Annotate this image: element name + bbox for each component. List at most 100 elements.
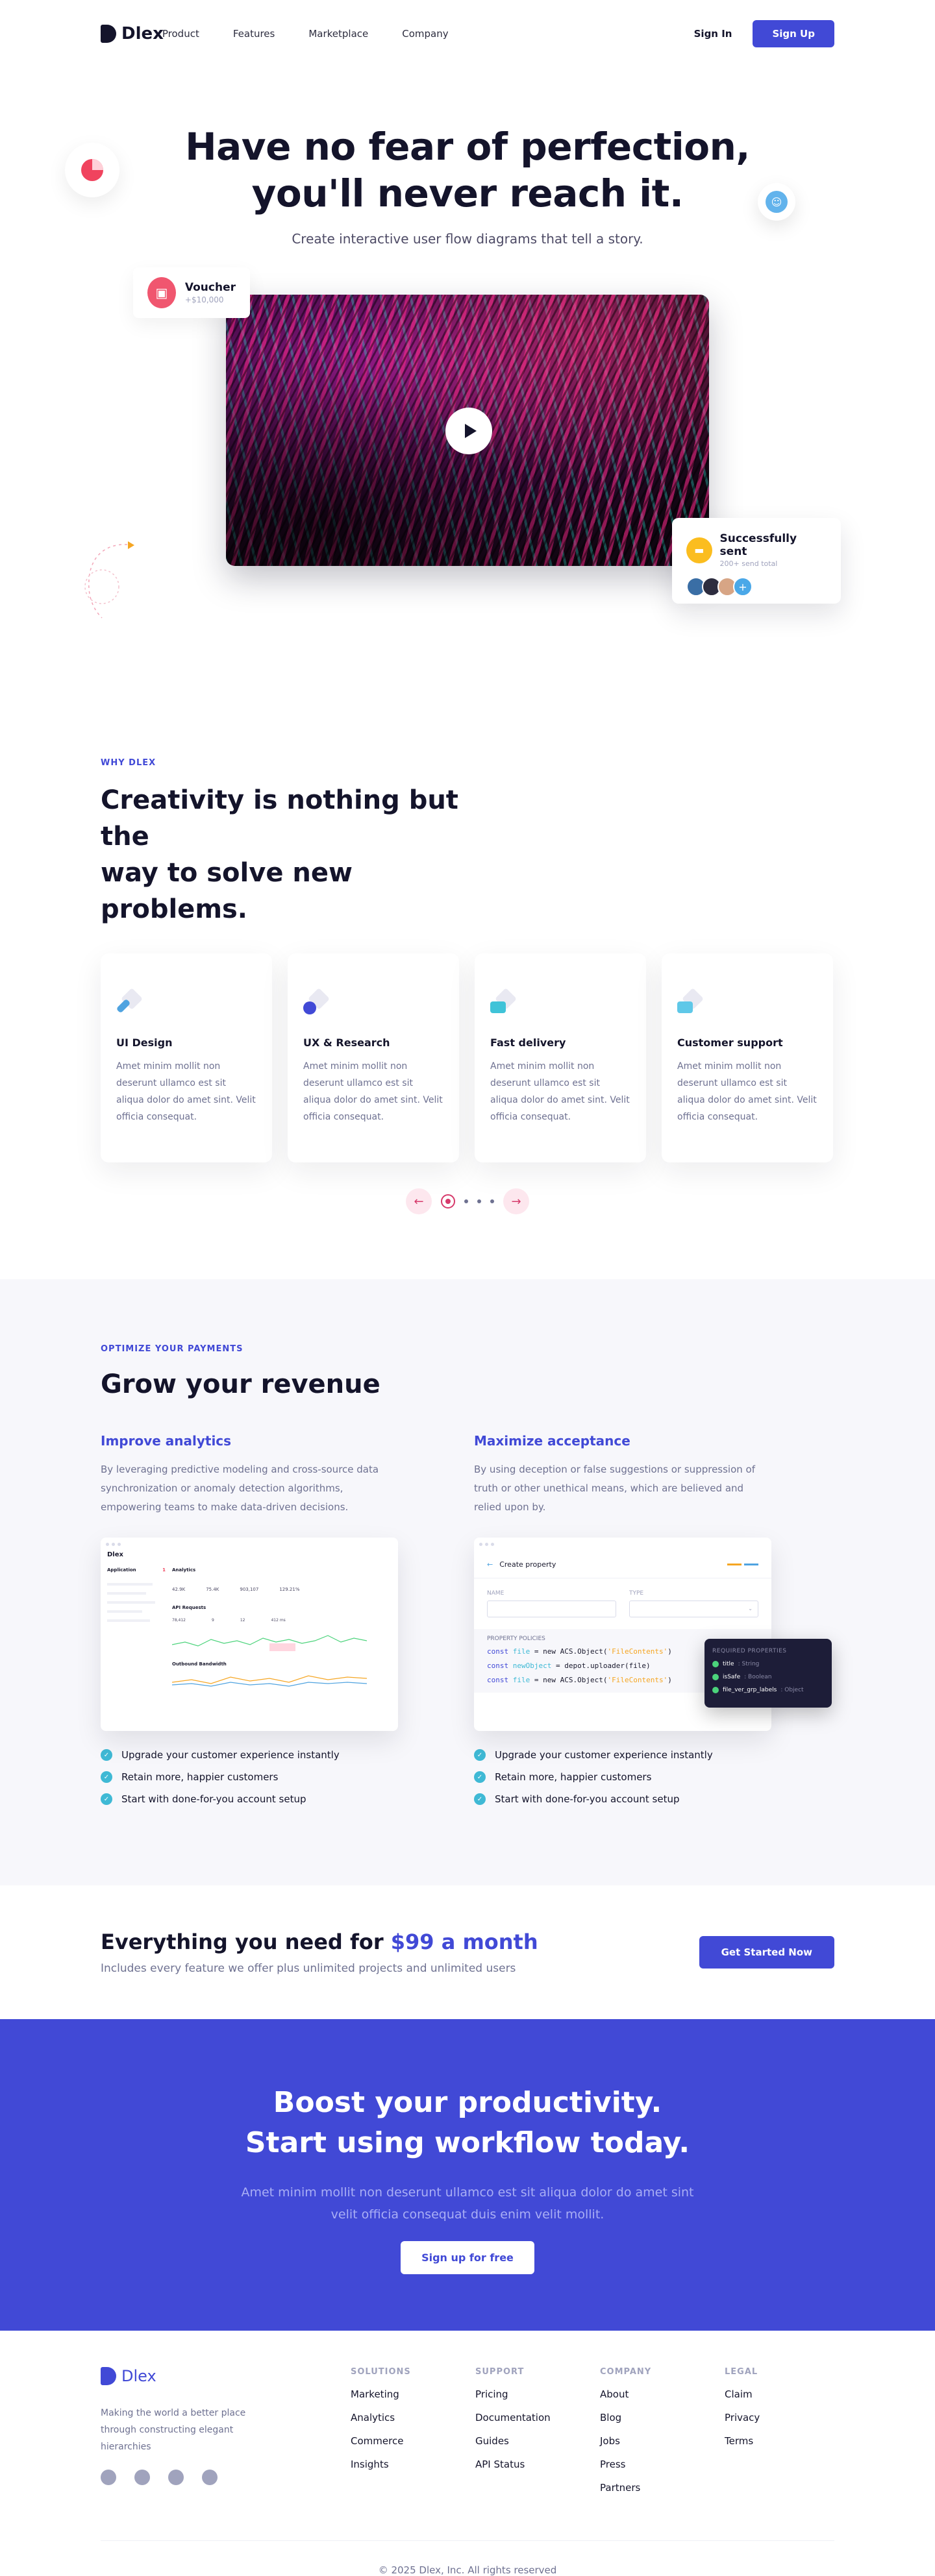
signin-link[interactable]: Sign In bbox=[694, 28, 732, 40]
analytics-dashboard-mock: Dlex Application 1 Analytics 42.9K 75.4K… bbox=[101, 1538, 398, 1731]
bandwidth-line-chart bbox=[171, 1675, 368, 1687]
footer-link[interactable]: Commerce bbox=[351, 2435, 475, 2447]
create-property-mock: ← Create property NAME TYPE ⌄ PROPERTY POL… bbox=[474, 1538, 832, 1731]
slider-dot-active[interactable] bbox=[441, 1194, 455, 1208]
prev-arrow-icon[interactable]: ← bbox=[406, 1188, 432, 1214]
mock-api-label: API Requests bbox=[172, 1605, 206, 1610]
footer-link[interactable]: Marketing bbox=[351, 2388, 475, 2400]
mock-stat: 75.4K bbox=[206, 1587, 219, 1592]
brand-name: Dlex bbox=[121, 24, 164, 43]
slider-dot[interactable] bbox=[464, 1199, 468, 1203]
check-icon: ✓ bbox=[101, 1771, 112, 1783]
footer-link[interactable]: Jobs bbox=[600, 2435, 725, 2447]
footer-link[interactable]: Guides bbox=[475, 2435, 600, 2447]
list-item: ✓ Upgrade your customer experience instan… bbox=[474, 1749, 769, 1761]
feature-card-text: Amet minim mollit non deserunt ullamco e… bbox=[303, 1061, 443, 1122]
acceptance-text: By using deception or false suggestions … bbox=[474, 1464, 756, 1513]
next-arrow-icon[interactable]: → bbox=[503, 1188, 529, 1214]
footer-link[interactable]: Pricing bbox=[475, 2388, 600, 2400]
gift-icon: ▣ bbox=[147, 277, 176, 308]
footer-link[interactable]: Partners bbox=[600, 2482, 725, 2494]
check-icon: ✓ bbox=[474, 1793, 486, 1805]
footer-column-legal: LEGAL Claim Privacy Terms bbox=[725, 2367, 829, 2494]
feature-card[interactable]: Fast delivery Amet minim mollit non dese… bbox=[475, 953, 646, 1162]
signup-button[interactable]: Sign Up bbox=[753, 20, 834, 47]
type-select[interactable]: ⌄ bbox=[629, 1601, 758, 1617]
footer-link[interactable]: Analytics bbox=[351, 2412, 475, 2423]
footer-logo[interactable]: Dlex bbox=[101, 2367, 351, 2385]
footer-link[interactable]: Documentation bbox=[475, 2412, 600, 2423]
avatar-group: + bbox=[686, 577, 827, 596]
mock-stat: 412 ms bbox=[271, 1618, 286, 1623]
nav-link-marketplace[interactable]: Marketplace bbox=[308, 28, 368, 40]
revenue-section: OPTIMIZE YOUR PAYMENTS Grow your revenue… bbox=[0, 1279, 935, 1885]
mock-stat: 9 bbox=[212, 1618, 214, 1623]
play-icon[interactable] bbox=[445, 408, 492, 454]
add-icon[interactable]: + bbox=[733, 577, 753, 596]
cta-text: Amet minim mollit non deserunt ullamco e… bbox=[241, 2185, 694, 2222]
list-item: ✓ Retain more, happier customers bbox=[101, 1771, 396, 1783]
footer-link[interactable]: Privacy bbox=[725, 2412, 829, 2423]
wallet-icon: ▬ bbox=[686, 537, 712, 563]
hero-video[interactable] bbox=[226, 295, 709, 566]
mock-stat: 129.21% bbox=[279, 1587, 300, 1592]
analytics-column: Improve analytics By leveraging predicti… bbox=[101, 1433, 398, 1815]
feature-card[interactable]: UI Design Amet minim mollit non deserunt… bbox=[101, 953, 272, 1162]
pricing-subtitle: Includes every feature we offer plus unl… bbox=[101, 1962, 516, 1975]
truck-icon bbox=[490, 988, 517, 1017]
name-input[interactable] bbox=[487, 1601, 616, 1617]
check-icon: ✓ bbox=[101, 1749, 112, 1761]
facebook-icon[interactable] bbox=[101, 2470, 116, 2485]
instagram-icon[interactable] bbox=[168, 2470, 184, 2485]
avatar-badge: ☺ bbox=[758, 183, 795, 221]
footer-link[interactable]: Insights bbox=[351, 2459, 475, 2470]
github-icon[interactable] bbox=[202, 2470, 218, 2485]
footer-brand-name: Dlex bbox=[121, 2367, 156, 2385]
slider-dot[interactable] bbox=[477, 1199, 481, 1203]
back-arrow-icon[interactable]: ← bbox=[487, 1560, 493, 1569]
logo-icon bbox=[101, 25, 116, 43]
pie-chart-icon bbox=[81, 159, 103, 181]
required-properties-popover: REQUIRED PROPERTIES title: String isSafe… bbox=[704, 1639, 832, 1708]
feature-card-title: UI Design bbox=[116, 1037, 173, 1049]
mock-stat: 12 bbox=[240, 1618, 245, 1623]
footer-column-support: SUPPORT Pricing Documentation Guides API… bbox=[475, 2367, 600, 2494]
footer-link[interactable]: API Status bbox=[475, 2459, 600, 2470]
brand-logo[interactable]: Dlex bbox=[101, 24, 164, 43]
feature-card-title: Fast delivery bbox=[490, 1037, 566, 1049]
nav-link-company[interactable]: Company bbox=[402, 28, 448, 40]
feature-card-text: Amet minim mollit non deserunt ullamco e… bbox=[116, 1061, 256, 1122]
footer-link[interactable]: Terms bbox=[725, 2435, 829, 2447]
pricing-title: Everything you need for $99 a month bbox=[101, 1930, 538, 1954]
acceptance-checklist: ✓ Upgrade your customer experience instan… bbox=[474, 1749, 769, 1805]
footer-link[interactable]: About bbox=[600, 2388, 725, 2400]
mock-analytics-label: Analytics bbox=[172, 1567, 196, 1573]
social-links bbox=[101, 2470, 351, 2485]
list-item: ✓ Start with done-for-you account setup bbox=[474, 1793, 769, 1805]
feature-card[interactable]: UX & Research Amet minim mollit non dese… bbox=[288, 953, 459, 1162]
hero-title: Have no fear of perfection, you'll never … bbox=[185, 125, 750, 215]
feature-card[interactable]: Customer support Amet minim mollit non d… bbox=[662, 953, 833, 1162]
success-card: ▬ Successfully sent 200+ send total + bbox=[672, 518, 841, 604]
signup-free-button[interactable]: Sign up for free bbox=[401, 2241, 534, 2274]
footer-link[interactable]: Press bbox=[600, 2459, 725, 2470]
revenue-title: Grow your revenue bbox=[101, 1369, 380, 1399]
twitter-icon[interactable] bbox=[134, 2470, 150, 2485]
feature-card-title: UX & Research bbox=[303, 1037, 390, 1049]
nav-link-features[interactable]: Features bbox=[233, 28, 275, 40]
cta-section: Boost your productivity. Start using work… bbox=[0, 2019, 935, 2331]
nav-link-product[interactable]: Product bbox=[162, 28, 199, 40]
why-title: Creativity is nothing but the way to solv… bbox=[101, 785, 458, 924]
footer-link[interactable]: Claim bbox=[725, 2388, 829, 2400]
slider-dot[interactable] bbox=[490, 1199, 494, 1203]
copyright: © 2025 Dlex, Inc. All rights reserved bbox=[101, 2540, 834, 2576]
mock-brand: Dlex bbox=[107, 1551, 123, 1558]
success-subtitle: 200+ send total bbox=[719, 559, 778, 568]
hero-subtitle: Create interactive user flow diagrams th… bbox=[292, 231, 643, 247]
feature-card-title: Customer support bbox=[677, 1037, 783, 1049]
check-icon: ✓ bbox=[101, 1793, 112, 1805]
card-slider-controls: ← → bbox=[101, 1188, 834, 1214]
get-started-button[interactable]: Get Started Now bbox=[699, 1936, 834, 1969]
footer-link[interactable]: Blog bbox=[600, 2412, 725, 2423]
why-eyebrow: WHY DLEX bbox=[101, 758, 156, 768]
